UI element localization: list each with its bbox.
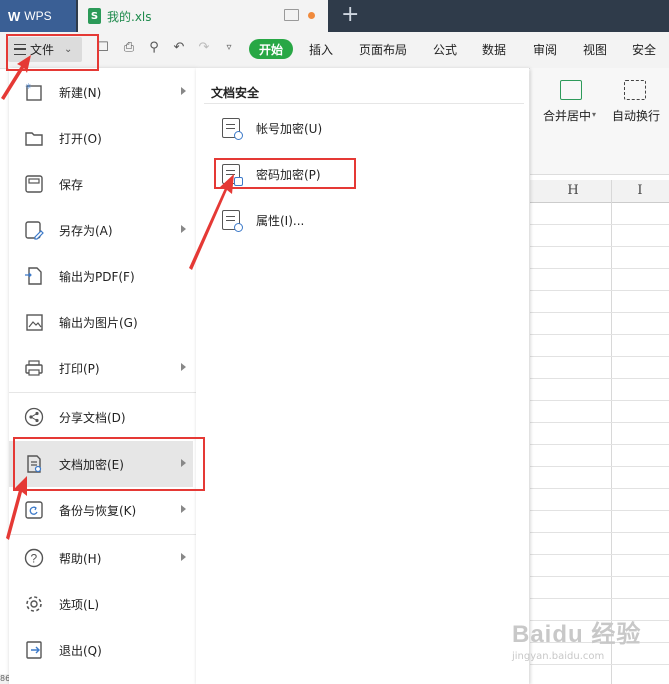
annotation-arrow-encrypt [6,476,27,540]
watermark-url: jingyan.baidu.com [512,651,605,662]
annotation-arrows [1,55,234,540]
watermark-logo: Baidu 经验 [512,621,642,648]
baidu-watermark: Baidu 经验 jingyan.baidu.com [512,614,662,674]
annotation-arrow-password [189,174,234,270]
annotation-arrow-file [1,55,31,100]
